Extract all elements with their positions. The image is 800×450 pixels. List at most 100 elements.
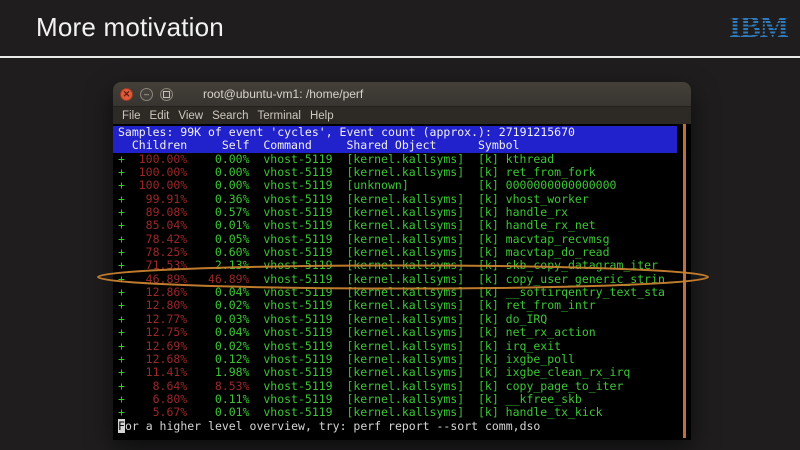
command-cell: vhost-5119 bbox=[263, 393, 346, 406]
shared-object-cell: [kernel.kallsyms] bbox=[346, 286, 478, 299]
row-expander[interactable]: + bbox=[118, 326, 132, 339]
row-expander[interactable]: + bbox=[118, 153, 132, 166]
table-row[interactable]: +12.86% 0.04% vhost-5119[kernel.kallsyms… bbox=[113, 286, 691, 299]
command-cell: vhost-5119 bbox=[263, 166, 346, 179]
self-pct: 1.98% bbox=[208, 366, 250, 379]
row-expander[interactable]: + bbox=[118, 340, 132, 353]
table-row[interactable]: +89.08% 0.57% vhost-5119[kernel.kallsyms… bbox=[113, 206, 691, 219]
self-pct: 0.00% bbox=[208, 166, 250, 179]
row-expander[interactable]: + bbox=[118, 380, 132, 393]
symbol-cell: [k] macvtap_do_read bbox=[478, 246, 610, 259]
self-pct: 0.05% bbox=[208, 233, 250, 246]
symbol-cell: [k] ret_from_intr bbox=[478, 299, 596, 312]
shared-object-cell: [kernel.kallsyms] bbox=[346, 393, 478, 406]
command-cell: vhost-5119 bbox=[263, 206, 346, 219]
table-row[interactable]: +12.68% 0.12% vhost-5119[kernel.kallsyms… bbox=[113, 353, 691, 366]
table-row[interactable]: +12.80% 0.02% vhost-5119[kernel.kallsyms… bbox=[113, 299, 691, 312]
window-titlebar[interactable]: ✕ – root@ubuntu-vm1: /home/perf bbox=[113, 82, 691, 107]
symbol-cell: [k] ixgbe_clean_rx_irq bbox=[478, 366, 630, 379]
self-pct: 0.03% bbox=[208, 313, 250, 326]
symbol-cell: [k] copy_user_generic_strin bbox=[478, 273, 665, 286]
row-expander[interactable]: + bbox=[118, 273, 132, 286]
menu-item-edit[interactable]: Edit bbox=[150, 110, 170, 122]
page-title: More motivation bbox=[36, 12, 224, 43]
shared-object-cell: [kernel.kallsyms] bbox=[346, 380, 478, 393]
row-expander[interactable]: + bbox=[118, 259, 132, 272]
table-row[interactable]: +5.67% 0.01% vhost-5119[kernel.kallsyms]… bbox=[113, 406, 691, 419]
menu-item-view[interactable]: View bbox=[178, 110, 203, 122]
row-expander[interactable]: + bbox=[118, 366, 132, 379]
shared-object-cell: [kernel.kallsyms] bbox=[346, 246, 478, 259]
shared-object-cell: [kernel.kallsyms] bbox=[346, 406, 478, 419]
minimize-button[interactable]: – bbox=[140, 88, 153, 101]
table-row[interactable]: +78.25% 0.60% vhost-5119[kernel.kallsyms… bbox=[113, 246, 691, 259]
command-cell: vhost-5119 bbox=[263, 286, 346, 299]
perf-header: Samples: 99K of event 'cycles', Event co… bbox=[113, 126, 677, 153]
row-expander[interactable]: + bbox=[118, 286, 132, 299]
close-button[interactable]: ✕ bbox=[120, 88, 133, 101]
symbol-cell: [k] do_IRQ bbox=[478, 313, 547, 326]
self-pct: 0.02% bbox=[208, 340, 250, 353]
children-pct: 8.64% bbox=[132, 380, 187, 393]
row-expander[interactable]: + bbox=[118, 193, 132, 206]
command-cell: vhost-5119 bbox=[263, 179, 346, 192]
table-row[interactable]: +8.64% 8.53% vhost-5119[kernel.kallsyms]… bbox=[113, 380, 691, 393]
row-expander[interactable]: + bbox=[118, 353, 132, 366]
command-cell: vhost-5119 bbox=[263, 366, 346, 379]
column-header-row: Children Self CommandShared ObjectSymbol bbox=[118, 139, 677, 152]
table-row[interactable]: +46.89% 46.89% vhost-5119[kernel.kallsym… bbox=[113, 273, 691, 286]
table-row[interactable]: +100.00% 0.00% vhost-5119[kernel.kallsym… bbox=[113, 153, 691, 166]
children-pct: 12.80% bbox=[132, 299, 187, 312]
menu-item-help[interactable]: Help bbox=[310, 110, 334, 122]
row-expander[interactable]: + bbox=[118, 206, 132, 219]
symbol-cell: [k] __kfree_skb bbox=[478, 393, 582, 406]
table-row[interactable]: +100.00% 0.00% vhost-5119[kernel.kallsym… bbox=[113, 166, 691, 179]
menu-item-file[interactable]: File bbox=[122, 110, 141, 122]
menu-item-search[interactable]: Search bbox=[212, 110, 248, 122]
table-row[interactable]: +78.42% 0.05% vhost-5119[kernel.kallsyms… bbox=[113, 233, 691, 246]
command-cell: vhost-5119 bbox=[263, 313, 346, 326]
row-expander[interactable]: + bbox=[118, 219, 132, 232]
terminal-content[interactable]: Samples: 99K of event 'cycles', Event co… bbox=[113, 124, 691, 440]
status-text: or a higher level overview, try: perf re… bbox=[125, 419, 540, 433]
row-expander[interactable]: + bbox=[118, 166, 132, 179]
table-row[interactable]: +12.69% 0.02% vhost-5119[kernel.kallsyms… bbox=[113, 340, 691, 353]
row-expander[interactable]: + bbox=[118, 313, 132, 326]
children-pct: 11.41% bbox=[132, 366, 187, 379]
maximize-button[interactable] bbox=[160, 88, 173, 101]
table-row[interactable]: +11.41% 1.98% vhost-5119[kernel.kallsyms… bbox=[113, 366, 691, 379]
row-expander[interactable]: + bbox=[118, 406, 132, 419]
row-expander[interactable]: + bbox=[118, 246, 132, 259]
status-line: For a higher level overview, try: perf r… bbox=[113, 420, 691, 433]
self-pct: 2.13% bbox=[208, 259, 250, 272]
col-children: Children bbox=[132, 139, 187, 152]
command-cell: vhost-5119 bbox=[263, 219, 346, 232]
perf-rows: +100.00% 0.00% vhost-5119[kernel.kallsym… bbox=[113, 153, 691, 420]
table-row[interactable]: +85.04% 0.01% vhost-5119[kernel.kallsyms… bbox=[113, 219, 691, 232]
command-cell: vhost-5119 bbox=[263, 246, 346, 259]
row-expander[interactable]: + bbox=[118, 393, 132, 406]
command-cell: vhost-5119 bbox=[263, 340, 346, 353]
children-pct: 5.67% bbox=[132, 406, 187, 419]
self-pct: 0.00% bbox=[208, 153, 250, 166]
shared-object-cell: [kernel.kallsyms] bbox=[346, 353, 478, 366]
symbol-cell: [k] skb_copy_datagram_iter bbox=[478, 259, 658, 272]
table-row[interactable]: +12.75% 0.04% vhost-5119[kernel.kallsyms… bbox=[113, 326, 691, 339]
self-pct: 0.36% bbox=[208, 193, 250, 206]
terminal-window: ✕ – root@ubuntu-vm1: /home/perf File Edit… bbox=[113, 82, 691, 438]
table-row[interactable]: +100.00% 0.00% vhost-5119[unknown][k] 00… bbox=[113, 179, 691, 192]
shared-object-cell: [kernel.kallsyms] bbox=[346, 259, 478, 272]
table-row[interactable]: +6.80% 0.11% vhost-5119[kernel.kallsyms]… bbox=[113, 393, 691, 406]
menu-item-terminal[interactable]: Terminal bbox=[258, 110, 301, 122]
row-expander[interactable]: + bbox=[118, 179, 132, 192]
table-row[interactable]: +99.91% 0.36% vhost-5119[kernel.kallsyms… bbox=[113, 193, 691, 206]
children-pct: 89.08% bbox=[132, 206, 187, 219]
table-row[interactable]: +71.53% 2.13% vhost-5119[kernel.kallsyms… bbox=[113, 259, 691, 272]
symbol-cell: [k] 0000000000000000 bbox=[478, 179, 616, 192]
terminal-scrollbar[interactable] bbox=[683, 124, 686, 438]
row-expander[interactable]: + bbox=[118, 299, 132, 312]
row-expander[interactable]: + bbox=[118, 233, 132, 246]
table-row[interactable]: +12.77% 0.03% vhost-5119[kernel.kallsyms… bbox=[113, 313, 691, 326]
terminal-cursor: F bbox=[118, 419, 125, 433]
children-pct: 12.75% bbox=[132, 326, 187, 339]
